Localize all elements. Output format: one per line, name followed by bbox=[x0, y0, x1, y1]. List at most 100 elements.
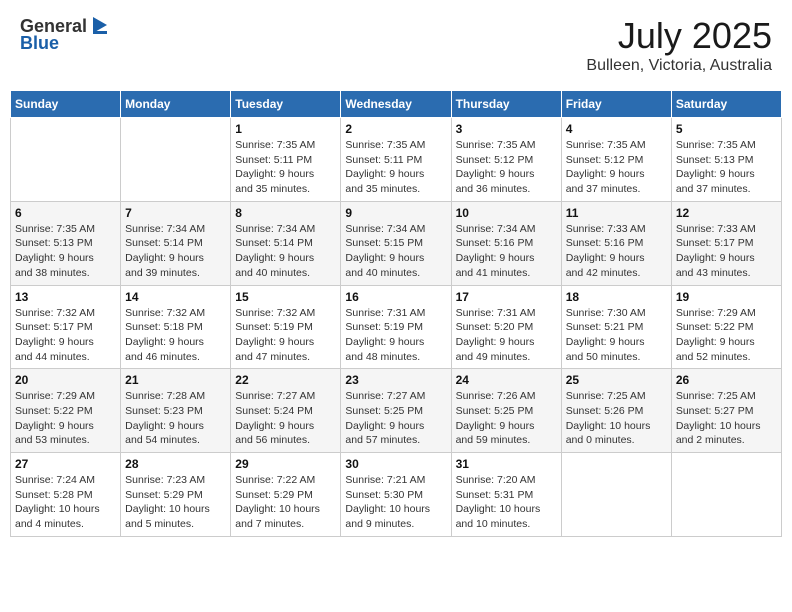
calendar-week-2: 6Sunrise: 7:35 AMSunset: 5:13 PMDaylight… bbox=[11, 201, 782, 285]
calendar-cell: 24 Sunrise: 7:26 AMSunset: 5:25 PMDayligh… bbox=[451, 369, 561, 453]
calendar-cell: 4Sunrise: 7:35 AMSunset: 5:12 PMDaylight… bbox=[561, 118, 671, 202]
calendar-cell: 21 Sunrise: 7:28 AMSunset: 5:23 PMDayligh… bbox=[121, 369, 231, 453]
day-info: Sunrise: 7:26 AMSunset: 5:25 PMDaylight:… bbox=[456, 389, 557, 448]
calendar-cell: 11 Sunrise: 7:33 AMSunset: 5:16 PMDayligh… bbox=[561, 201, 671, 285]
location-title: Bulleen, Victoria, Australia bbox=[586, 57, 772, 75]
calendar-cell: 29 Sunrise: 7:22 AMSunset: 5:29 PMDayligh… bbox=[231, 453, 341, 537]
calendar-cell: 16 Sunrise: 7:31 AMSunset: 5:19 PMDayligh… bbox=[341, 285, 451, 369]
day-info: Sunrise: 7:32 AMSunset: 5:19 PMDaylight:… bbox=[235, 306, 336, 365]
day-info: Sunrise: 7:34 AMSunset: 5:16 PMDaylight:… bbox=[456, 222, 557, 281]
day-number: 23 bbox=[345, 373, 446, 387]
calendar-cell: 9 Sunrise: 7:34 AMSunset: 5:15 PMDaylight… bbox=[341, 201, 451, 285]
day-info: Sunrise: 7:25 AMSunset: 5:27 PMDaylight:… bbox=[676, 389, 777, 448]
day-info: Sunrise: 7:35 AMSunset: 5:12 PMDaylight:… bbox=[566, 138, 667, 197]
calendar-week-5: 27 Sunrise: 7:24 AMSunset: 5:28 PMDayligh… bbox=[11, 453, 782, 537]
calendar-cell: 17 Sunrise: 7:31 AMSunset: 5:20 PMDayligh… bbox=[451, 285, 561, 369]
day-number: 22 bbox=[235, 373, 336, 387]
day-number: 2 bbox=[345, 122, 446, 136]
calendar-cell: 26 Sunrise: 7:25 AMSunset: 5:27 PMDayligh… bbox=[671, 369, 781, 453]
calendar-cell: 25 Sunrise: 7:25 AMSunset: 5:26 PMDayligh… bbox=[561, 369, 671, 453]
day-info: Sunrise: 7:34 AMSunset: 5:14 PMDaylight:… bbox=[235, 222, 336, 281]
day-info: Sunrise: 7:29 AMSunset: 5:22 PMDaylight:… bbox=[676, 306, 777, 365]
day-number: 15 bbox=[235, 290, 336, 304]
weekday-header-thursday: Thursday bbox=[451, 91, 561, 118]
calendar-cell bbox=[121, 118, 231, 202]
day-number: 9 bbox=[345, 206, 446, 220]
calendar-cell: 22Sunrise: 7:27 AMSunset: 5:24 PMDayligh… bbox=[231, 369, 341, 453]
day-number: 7 bbox=[125, 206, 226, 220]
day-info: Sunrise: 7:22 AMSunset: 5:29 PMDaylight:… bbox=[235, 473, 336, 532]
day-number: 26 bbox=[676, 373, 777, 387]
calendar-cell: 7 Sunrise: 7:34 AMSunset: 5:14 PMDaylight… bbox=[121, 201, 231, 285]
calendar-cell: 3Sunrise: 7:35 AMSunset: 5:12 PMDaylight… bbox=[451, 118, 561, 202]
calendar-cell bbox=[561, 453, 671, 537]
day-info: Sunrise: 7:25 AMSunset: 5:26 PMDaylight:… bbox=[566, 389, 667, 448]
day-number: 8 bbox=[235, 206, 336, 220]
month-title: July 2025 bbox=[586, 15, 772, 57]
calendar-cell: 15 Sunrise: 7:32 AMSunset: 5:19 PMDayligh… bbox=[231, 285, 341, 369]
calendar-cell: 8 Sunrise: 7:34 AMSunset: 5:14 PMDaylight… bbox=[231, 201, 341, 285]
calendar-cell bbox=[671, 453, 781, 537]
calendar-cell: 14Sunrise: 7:32 AMSunset: 5:18 PMDayligh… bbox=[121, 285, 231, 369]
day-number: 18 bbox=[566, 290, 667, 304]
day-number: 16 bbox=[345, 290, 446, 304]
day-number: 20 bbox=[15, 373, 116, 387]
calendar-cell: 6Sunrise: 7:35 AMSunset: 5:13 PMDaylight… bbox=[11, 201, 121, 285]
page-header: General Blue July 2025 Bulleen, Victoria… bbox=[10, 10, 782, 80]
day-number: 30 bbox=[345, 457, 446, 471]
weekday-header-tuesday: Tuesday bbox=[231, 91, 341, 118]
day-info: Sunrise: 7:32 AMSunset: 5:17 PMDaylight:… bbox=[15, 306, 116, 365]
day-number: 19 bbox=[676, 290, 777, 304]
weekday-header-sunday: Sunday bbox=[11, 91, 121, 118]
day-number: 11 bbox=[566, 206, 667, 220]
calendar-cell: 10 Sunrise: 7:34 AMSunset: 5:16 PMDayligh… bbox=[451, 201, 561, 285]
title-block: July 2025 Bulleen, Victoria, Australia bbox=[586, 15, 772, 75]
calendar-cell: 19 Sunrise: 7:29 AMSunset: 5:22 PMDayligh… bbox=[671, 285, 781, 369]
day-info: Sunrise: 7:20 AMSunset: 5:31 PMDaylight:… bbox=[456, 473, 557, 532]
day-number: 25 bbox=[566, 373, 667, 387]
day-number: 27 bbox=[15, 457, 116, 471]
day-info: Sunrise: 7:35 AMSunset: 5:11 PMDaylight:… bbox=[345, 138, 446, 197]
day-info: Sunrise: 7:31 AMSunset: 5:19 PMDaylight:… bbox=[345, 306, 446, 365]
logo: General Blue bbox=[20, 15, 111, 54]
day-info: Sunrise: 7:34 AMSunset: 5:14 PMDaylight:… bbox=[125, 222, 226, 281]
day-number: 13 bbox=[15, 290, 116, 304]
day-number: 21 bbox=[125, 373, 226, 387]
calendar-cell: 5Sunrise: 7:35 AMSunset: 5:13 PMDaylight… bbox=[671, 118, 781, 202]
calendar-cell bbox=[11, 118, 121, 202]
calendar-week-1: 1Sunrise: 7:35 AMSunset: 5:11 PMDaylight… bbox=[11, 118, 782, 202]
day-info: Sunrise: 7:30 AMSunset: 5:21 PMDaylight:… bbox=[566, 306, 667, 365]
calendar-cell: 30Sunrise: 7:21 AMSunset: 5:30 PMDayligh… bbox=[341, 453, 451, 537]
calendar-cell: 28Sunrise: 7:23 AMSunset: 5:29 PMDayligh… bbox=[121, 453, 231, 537]
calendar-cell: 18 Sunrise: 7:30 AMSunset: 5:21 PMDayligh… bbox=[561, 285, 671, 369]
day-number: 29 bbox=[235, 457, 336, 471]
day-info: Sunrise: 7:28 AMSunset: 5:23 PMDaylight:… bbox=[125, 389, 226, 448]
calendar-cell: 31 Sunrise: 7:20 AMSunset: 5:31 PMDayligh… bbox=[451, 453, 561, 537]
day-number: 6 bbox=[15, 206, 116, 220]
calendar-week-4: 20 Sunrise: 7:29 AMSunset: 5:22 PMDayligh… bbox=[11, 369, 782, 453]
day-number: 31 bbox=[456, 457, 557, 471]
day-info: Sunrise: 7:31 AMSunset: 5:20 PMDaylight:… bbox=[456, 306, 557, 365]
day-number: 24 bbox=[456, 373, 557, 387]
calendar-cell: 27 Sunrise: 7:24 AMSunset: 5:28 PMDayligh… bbox=[11, 453, 121, 537]
logo-icon bbox=[89, 15, 111, 37]
day-info: Sunrise: 7:33 AMSunset: 5:16 PMDaylight:… bbox=[566, 222, 667, 281]
weekday-header-saturday: Saturday bbox=[671, 91, 781, 118]
day-info: Sunrise: 7:27 AMSunset: 5:25 PMDaylight:… bbox=[345, 389, 446, 448]
calendar-cell: 13 Sunrise: 7:32 AMSunset: 5:17 PMDayligh… bbox=[11, 285, 121, 369]
calendar-cell: 23 Sunrise: 7:27 AMSunset: 5:25 PMDayligh… bbox=[341, 369, 451, 453]
calendar-cell: 1Sunrise: 7:35 AMSunset: 5:11 PMDaylight… bbox=[231, 118, 341, 202]
calendar-cell: 2 Sunrise: 7:35 AMSunset: 5:11 PMDaylight… bbox=[341, 118, 451, 202]
day-info: Sunrise: 7:23 AMSunset: 5:29 PMDaylight:… bbox=[125, 473, 226, 532]
day-number: 10 bbox=[456, 206, 557, 220]
day-info: Sunrise: 7:29 AMSunset: 5:22 PMDaylight:… bbox=[15, 389, 116, 448]
calendar-table: SundayMondayTuesdayWednesdayThursdayFrid… bbox=[10, 90, 782, 537]
day-info: Sunrise: 7:35 AMSunset: 5:13 PMDaylight:… bbox=[676, 138, 777, 197]
calendar-cell: 12Sunrise: 7:33 AMSunset: 5:17 PMDayligh… bbox=[671, 201, 781, 285]
calendar-cell: 20 Sunrise: 7:29 AMSunset: 5:22 PMDayligh… bbox=[11, 369, 121, 453]
day-number: 14 bbox=[125, 290, 226, 304]
weekday-header-monday: Monday bbox=[121, 91, 231, 118]
day-info: Sunrise: 7:24 AMSunset: 5:28 PMDaylight:… bbox=[15, 473, 116, 532]
day-number: 17 bbox=[456, 290, 557, 304]
day-info: Sunrise: 7:34 AMSunset: 5:15 PMDaylight:… bbox=[345, 222, 446, 281]
